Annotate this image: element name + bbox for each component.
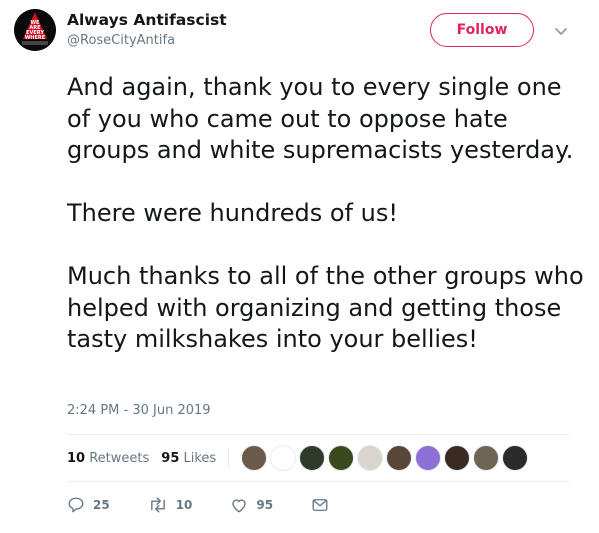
direct-message-button[interactable] <box>311 496 337 514</box>
divider <box>67 481 569 482</box>
liker-avatar[interactable] <box>502 445 529 471</box>
tweet-header: WE ARE EVERY WHERE Always Antifascist @R… <box>14 9 585 59</box>
reply-icon <box>68 497 84 513</box>
handle[interactable]: @RoseCityAntifa <box>67 32 227 50</box>
retweet-button[interactable]: 10 <box>148 496 193 514</box>
tweet-paragraph: And again, thank you to every single one… <box>67 73 574 164</box>
reply-button[interactable]: 25 <box>67 496 110 514</box>
liker-avatar[interactable] <box>444 445 471 471</box>
retweet-count: 10 <box>175 498 193 512</box>
liker-avatar[interactable] <box>328 445 355 471</box>
retweets-count: 10 <box>67 450 86 466</box>
chevron-down-icon[interactable] <box>554 23 568 37</box>
message-icon <box>312 499 328 511</box>
likers-avatars <box>241 445 531 471</box>
follow-button[interactable]: Follow <box>430 13 534 47</box>
author-names: Always Antifascist @RoseCityAntifa <box>67 10 227 50</box>
divider <box>67 434 569 435</box>
liker-avatar[interactable] <box>241 445 268 471</box>
likes-label: Likes <box>183 450 217 466</box>
liker-avatar[interactable] <box>415 445 442 471</box>
tweet-stats: 10 Retweets 95 Likes <box>67 443 531 473</box>
tweet-actions: 25 10 95 <box>67 493 375 517</box>
likes-count: 95 <box>161 450 180 466</box>
retweet-icon <box>150 497 165 513</box>
tweet-timestamp[interactable]: 2:24 PM - 30 Jun 2019 <box>67 403 211 418</box>
svg-text:WHERE: WHERE <box>25 35 46 41</box>
liker-avatar[interactable] <box>270 445 297 471</box>
reply-count: 25 <box>93 498 110 512</box>
liker-avatar[interactable] <box>473 445 500 471</box>
tweet-paragraph: There were hundreds of us! <box>67 199 398 227</box>
likes-stat[interactable]: 95 Likes <box>161 451 216 466</box>
liker-avatar[interactable] <box>357 445 384 471</box>
tweet-paragraph: Much thanks to all of the other groups w… <box>67 262 584 353</box>
like-button[interactable]: 95 <box>230 496 273 514</box>
retweets-stat[interactable]: 10 Retweets <box>67 451 149 466</box>
retweets-label: Retweets <box>89 450 150 466</box>
stats-separator <box>228 448 230 468</box>
tweet-text: And again, thank you to every single one… <box>67 72 587 356</box>
avatar[interactable]: WE ARE EVERY WHERE <box>14 9 56 51</box>
display-name[interactable]: Always Antifascist <box>67 10 227 30</box>
liker-avatar[interactable] <box>386 445 413 471</box>
like-count: 95 <box>256 498 274 512</box>
liker-avatar[interactable] <box>299 445 326 471</box>
like-icon <box>232 499 247 513</box>
